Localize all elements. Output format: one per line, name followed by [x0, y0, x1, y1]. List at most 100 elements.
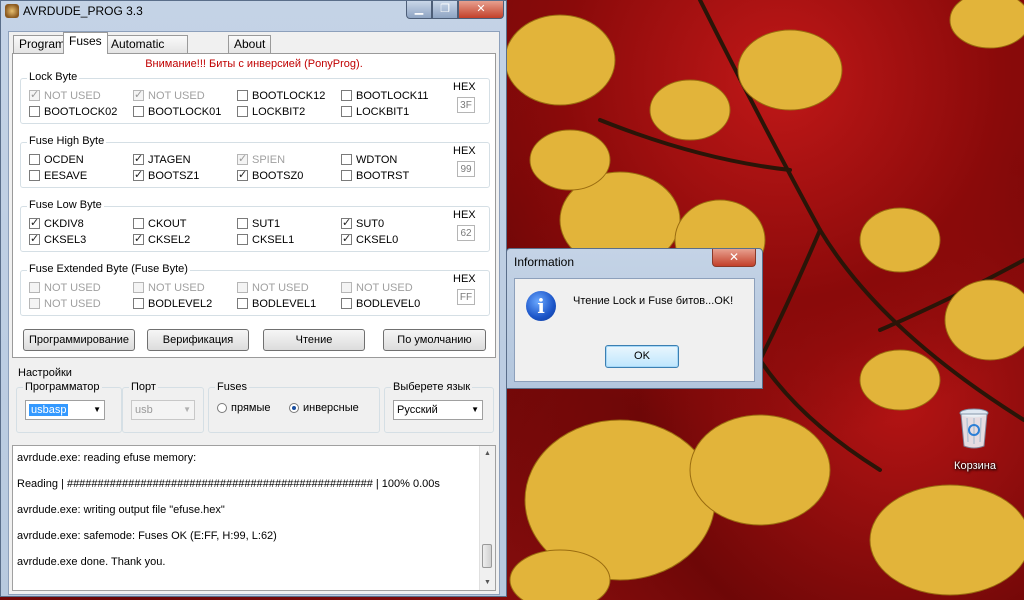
fuse-bit-label: SPIEN	[252, 154, 286, 166]
tab-about[interactable]: About	[228, 35, 272, 53]
recycle-bin-label[interactable]: Корзина	[940, 460, 1010, 472]
hex-value-field[interactable]: 3F	[457, 97, 475, 113]
checkbox-box	[29, 106, 40, 117]
scroll-thumb[interactable]	[482, 544, 492, 568]
fuse-bit-label: JTAGEN	[148, 154, 191, 166]
checkbox-box	[133, 88, 144, 102]
scroll-down-icon[interactable]: ▼	[480, 575, 495, 590]
radio-inverse-label: инверсные	[303, 402, 359, 414]
fuse-bit-checkbox[interactable]: LOCKBIT1	[341, 105, 409, 119]
information-dialog: Information ✕ i Чтение Lock и Fuse битов…	[506, 248, 763, 389]
main-window: AVRDUDE_PROG 3.3 ▁ ❐ ✕ Program Fuses Aut…	[0, 0, 507, 597]
checkbox-box	[341, 90, 352, 101]
radio-direct-dot	[217, 403, 227, 413]
fuse-bit-label: NOT USED	[356, 282, 413, 294]
port-label: Порт	[129, 381, 158, 393]
fuse-bit-label: SUT1	[252, 218, 281, 230]
fuse-bit-checkbox[interactable]: BOOTSZ1	[133, 168, 199, 183]
fuses-mode-label: Fuses	[215, 381, 249, 393]
fuse-bit-checkbox[interactable]: BODLEVEL0	[341, 297, 420, 311]
fuse-bit-checkbox[interactable]: CKSEL1	[237, 233, 294, 247]
close-button[interactable]: ✕	[458, 1, 504, 19]
hex-label: HEX	[453, 209, 476, 221]
fuse-bit-checkbox[interactable]: BOOTLOCK01	[133, 105, 221, 119]
fuse-bit-label: OCDEN	[44, 154, 84, 166]
fuse-bit-label: BODLEVEL2	[148, 298, 213, 310]
fuse-bit-label: EESAVE	[44, 170, 88, 182]
checkbox-box	[29, 154, 40, 165]
default-button[interactable]: По умолчанию	[383, 329, 486, 351]
fuse-bit-checkbox[interactable]: WDTON	[341, 153, 397, 167]
fuse-bit-checkbox[interactable]: CKDIV8	[29, 216, 84, 231]
fuse-bit-checkbox: SPIEN	[237, 152, 286, 167]
fuse-bit-checkbox[interactable]: SUT1	[237, 217, 280, 231]
log-line: avrdude.exe: reading efuse memory:	[17, 452, 197, 464]
fuse-bit-label: LOCKBIT2	[252, 106, 306, 118]
group-label: Fuse High Byte	[27, 135, 107, 147]
tab-automatic-programming[interactable]: Automatic programming	[105, 35, 188, 68]
fuse-bit-checkbox[interactable]: CKOUT	[133, 217, 187, 231]
fuse-bit-checkbox[interactable]: BODLEVEL2	[133, 297, 212, 311]
recycle-bin-icon[interactable]	[958, 408, 990, 450]
maximize-button[interactable]: ❐	[432, 1, 458, 19]
chevron-down-icon: ▼	[471, 405, 479, 414]
language-select[interactable]: Русский ▼	[393, 400, 483, 420]
fuse-bit-checkbox[interactable]: LOCKBIT2	[237, 105, 305, 119]
minimize-button[interactable]: ▁	[406, 1, 432, 19]
checkbox-box	[133, 168, 144, 182]
checkbox-box	[341, 154, 352, 165]
log-line: avrdude.exe done. Thank you.	[17, 556, 166, 568]
tab-fuses[interactable]: Fuses	[63, 32, 108, 54]
fuse-bit-checkbox[interactable]: EESAVE	[29, 169, 87, 183]
fuse-bit-checkbox[interactable]: BOOTRST	[341, 169, 409, 183]
checkbox-box	[133, 218, 144, 229]
log-output[interactable]: avrdude.exe: reading efuse memory: Readi…	[12, 445, 496, 591]
radio-inverse-dot	[289, 403, 299, 413]
checkbox-box	[341, 282, 352, 293]
programmer-select[interactable]: usbasp ▼	[25, 400, 105, 420]
log-scrollbar[interactable]: ▲ ▼	[479, 446, 495, 590]
fuse-bit-label: BOOTSZ0	[252, 170, 304, 182]
hex-value-field[interactable]: FF	[457, 289, 475, 305]
hex-label: HEX	[453, 273, 476, 285]
fuse-bit-label: CKSEL0	[356, 234, 399, 246]
checkbox-box	[237, 152, 248, 166]
fuse-bit-checkbox[interactable]: CKSEL2	[133, 232, 190, 247]
checkbox-box	[29, 216, 40, 230]
checkbox-box	[341, 170, 352, 181]
title-bar[interactable]: AVRDUDE_PROG 3.3 ▁ ❐ ✕	[1, 1, 506, 23]
fuse-bit-label: LOCKBIT1	[356, 106, 410, 118]
fuse-bit-checkbox[interactable]: SUT0	[341, 216, 384, 231]
fuse-bit-checkbox[interactable]: BOOTLOCK02	[29, 105, 117, 119]
programmer-group: Программатор usbasp ▼	[16, 381, 122, 433]
inversion-warning: Внимание!!! Биты с инверсией (PonyProg).	[145, 58, 363, 70]
port-select[interactable]: usb ▼	[131, 400, 195, 420]
hex-value-field[interactable]: 62	[457, 225, 475, 241]
fuse-bit-checkbox[interactable]: CKSEL3	[29, 232, 86, 247]
dialog-message: Чтение Lock и Fuse битов...OK!	[573, 295, 734, 307]
dialog-close-button[interactable]: ✕	[712, 249, 756, 267]
radio-direct[interactable]: прямые	[217, 402, 271, 414]
program-button[interactable]: Программирование	[23, 329, 135, 351]
scroll-up-icon[interactable]: ▲	[480, 446, 495, 461]
fuse-bit-checkbox[interactable]: BOOTLOCK11	[341, 89, 429, 103]
read-button[interactable]: Чтение	[263, 329, 365, 351]
ok-button[interactable]: OK	[605, 345, 679, 368]
fuses-mode-group: Fuses прямые инверсные	[208, 381, 380, 433]
fuse-bit-checkbox[interactable]: BOOTLOCK12	[237, 89, 325, 103]
fuse-bit-checkbox[interactable]: JTAGEN	[133, 152, 191, 167]
fuse-bit-label: CKOUT	[148, 218, 187, 230]
checkbox-box	[29, 298, 40, 309]
hex-label: HEX	[453, 145, 476, 157]
language-label: Выберете язык	[391, 381, 473, 393]
radio-inverse[interactable]: инверсные	[289, 402, 359, 414]
fuse-bit-checkbox[interactable]: OCDEN	[29, 153, 84, 167]
hex-value-field[interactable]: 99	[457, 161, 475, 177]
verify-button[interactable]: Верификация	[147, 329, 249, 351]
fuse-bit-checkbox[interactable]: CKSEL0	[341, 232, 399, 247]
checkbox-box	[29, 282, 40, 293]
fuse-bit-label: WDTON	[356, 154, 398, 166]
fuse-bit-checkbox[interactable]: BOOTSZ0	[237, 168, 304, 183]
fuse-bit-checkbox: NOT USED	[29, 88, 101, 103]
fuse-bit-checkbox[interactable]: BODLEVEL1	[237, 297, 316, 311]
